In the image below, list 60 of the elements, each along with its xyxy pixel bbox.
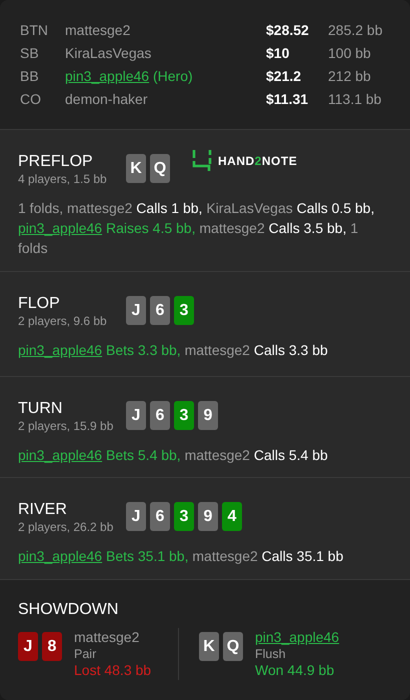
player-name: demon-haker [65,91,148,107]
playing-card: 6 [150,401,170,430]
action-line: pin3_apple46 Bets 35.1 bb, mattesge2 Calls 35.1 bb [18,547,344,566]
street-info: 4 players, 1.5 bb [18,172,108,187]
playing-card: J [126,401,146,430]
playing-card: 3 [174,502,194,531]
action-line: pin3_apple46 Bets 5.4 bb, mattesge2 Calls 5.4 bb [18,446,329,465]
playing-card: 9 [198,401,218,430]
playing-card: 4 [222,502,242,531]
player-name: mattesge2 [65,22,130,38]
playing-card: 6 [150,502,170,531]
playing-card: 6 [150,296,170,325]
stack-bb: 285.2 bb [328,21,384,40]
logo-icon [192,150,212,172]
playing-card: 9 [198,502,218,531]
stack-amount: $21.2 [266,67,302,86]
playing-card: Q [223,632,243,661]
player-link[interactable]: pin3_apple46 [65,68,150,84]
playing-card: 3 [174,296,194,325]
playing-card: 8 [42,632,62,661]
player-link[interactable]: pin3_apple46 [18,342,102,358]
stack-amount: $28.52 [266,21,310,40]
hand-rank: Flush [255,646,287,663]
stack-amount: $11.31 [266,90,310,109]
result-text: Lost 48.3 bb [74,663,152,678]
player-link[interactable]: pin3_apple46 [18,548,102,564]
playing-card: 3 [174,401,194,430]
stack-bb: 100 bb [328,44,372,63]
street-title: FLOP [18,294,61,314]
street-info: 2 players, 9.6 bb [18,314,108,329]
playing-card: K [199,632,219,661]
street-title: TURN [18,399,64,419]
playing-card: J [126,296,146,325]
position-label: SB [20,44,40,63]
player-name: mattesge2 [74,630,140,645]
showdown-title: SHOWDOWN [18,600,120,620]
street-title: RIVER [18,500,68,520]
position-label: BTN [20,21,49,40]
street-info: 2 players, 15.9 bb [18,419,114,434]
player-name: KiraLasVegas [65,45,152,61]
playing-card: J [126,502,146,531]
stack-bb: 212 bb [328,67,372,86]
stack-bb: 113.1 bb [328,90,382,109]
action-line: 1 folds, mattesge2 Calls 1 bb, KiraLasVegas Calls 0.5 bb, pin3_apple46 Raises 4.5 bb, mattesge2 Calls 3.5 bb, 1 folds [18,199,376,258]
position-label: BB [20,67,40,86]
playing-card: Q [150,154,170,183]
position-label: CO [20,90,42,109]
player-link[interactable]: pin3_apple46 [18,447,102,463]
action-line: pin3_apple46 Bets 3.3 bb, mattesge2 Calls 3.3 bb [18,341,329,360]
logo-text: HAND2NOTE [218,153,298,170]
hand-rank: Pair [74,646,98,663]
player-link[interactable]: pin3_apple46 [18,220,102,236]
result-text: Won 44.9 bb [255,663,336,678]
stack-amount: $10 [266,44,290,63]
playing-card: J [18,632,38,661]
hero-label: (Hero) [152,68,193,84]
street-info: 2 players, 26.2 bb [18,520,114,535]
playing-card: K [126,154,146,183]
street-title: PREFLOP [18,152,94,172]
player-link[interactable]: pin3_apple46 [255,630,340,645]
